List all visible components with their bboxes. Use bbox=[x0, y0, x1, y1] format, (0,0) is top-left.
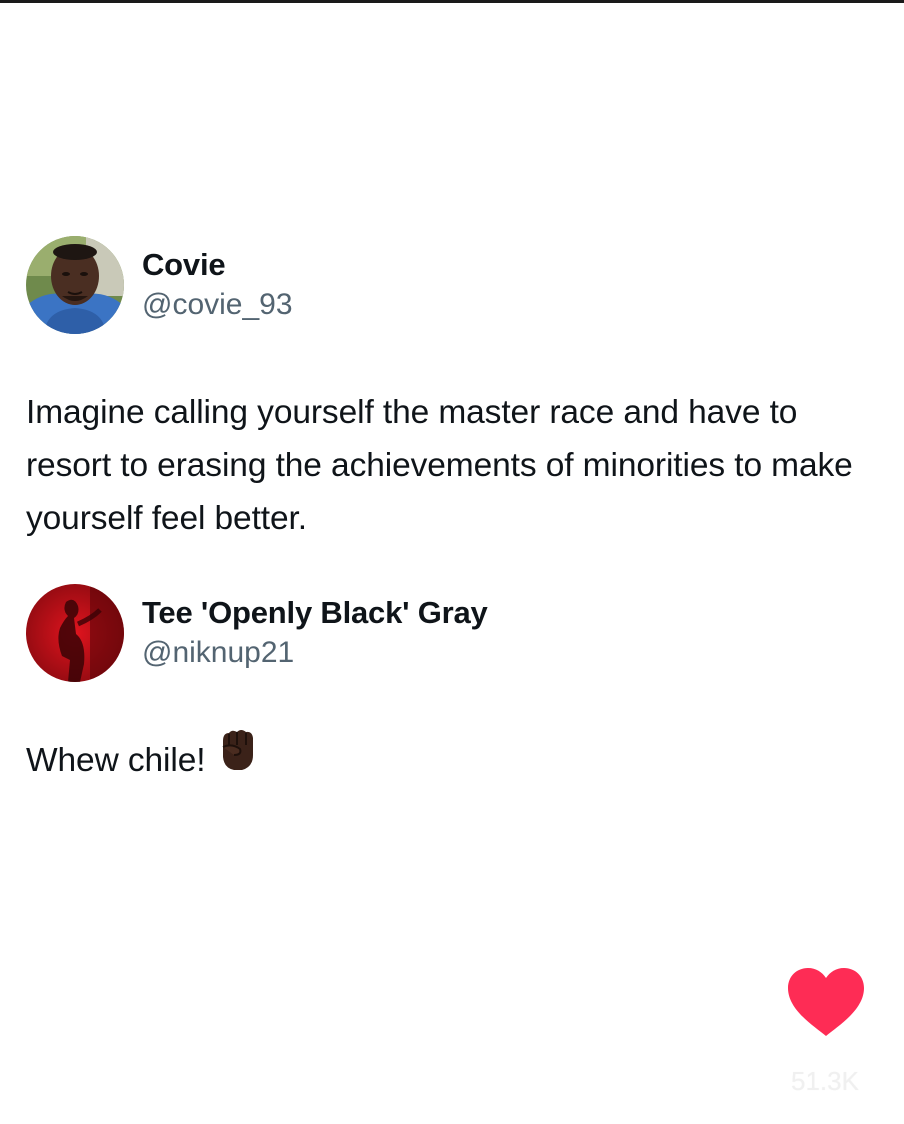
raised-fist-icon bbox=[218, 727, 258, 789]
post-1-author[interactable]: Covie @covie_93 bbox=[26, 236, 293, 334]
display-name[interactable]: Covie bbox=[142, 245, 293, 285]
person-photo-avatar-icon bbox=[26, 236, 124, 334]
avatar[interactable] bbox=[26, 236, 124, 334]
user-handle[interactable]: @niknup21 bbox=[142, 633, 488, 673]
post-2-text: Whew chile! bbox=[26, 742, 206, 779]
post-2-text-row: Whew chile! bbox=[26, 730, 876, 789]
post-2-author[interactable]: Tee 'Openly Black' Gray @niknup21 bbox=[26, 584, 488, 682]
avatar[interactable] bbox=[26, 584, 124, 682]
top-border bbox=[0, 0, 904, 3]
user-handle[interactable]: @covie_93 bbox=[142, 285, 293, 325]
post-1-text: Imagine calling yourself the master race… bbox=[26, 394, 853, 537]
like-count: 51.3K bbox=[791, 1066, 859, 1096]
red-silhouette-avatar-icon bbox=[26, 584, 124, 682]
display-name[interactable]: Tee 'Openly Black' Gray bbox=[142, 593, 488, 633]
like-button[interactable] bbox=[784, 966, 868, 1038]
heart-icon bbox=[788, 968, 864, 1036]
